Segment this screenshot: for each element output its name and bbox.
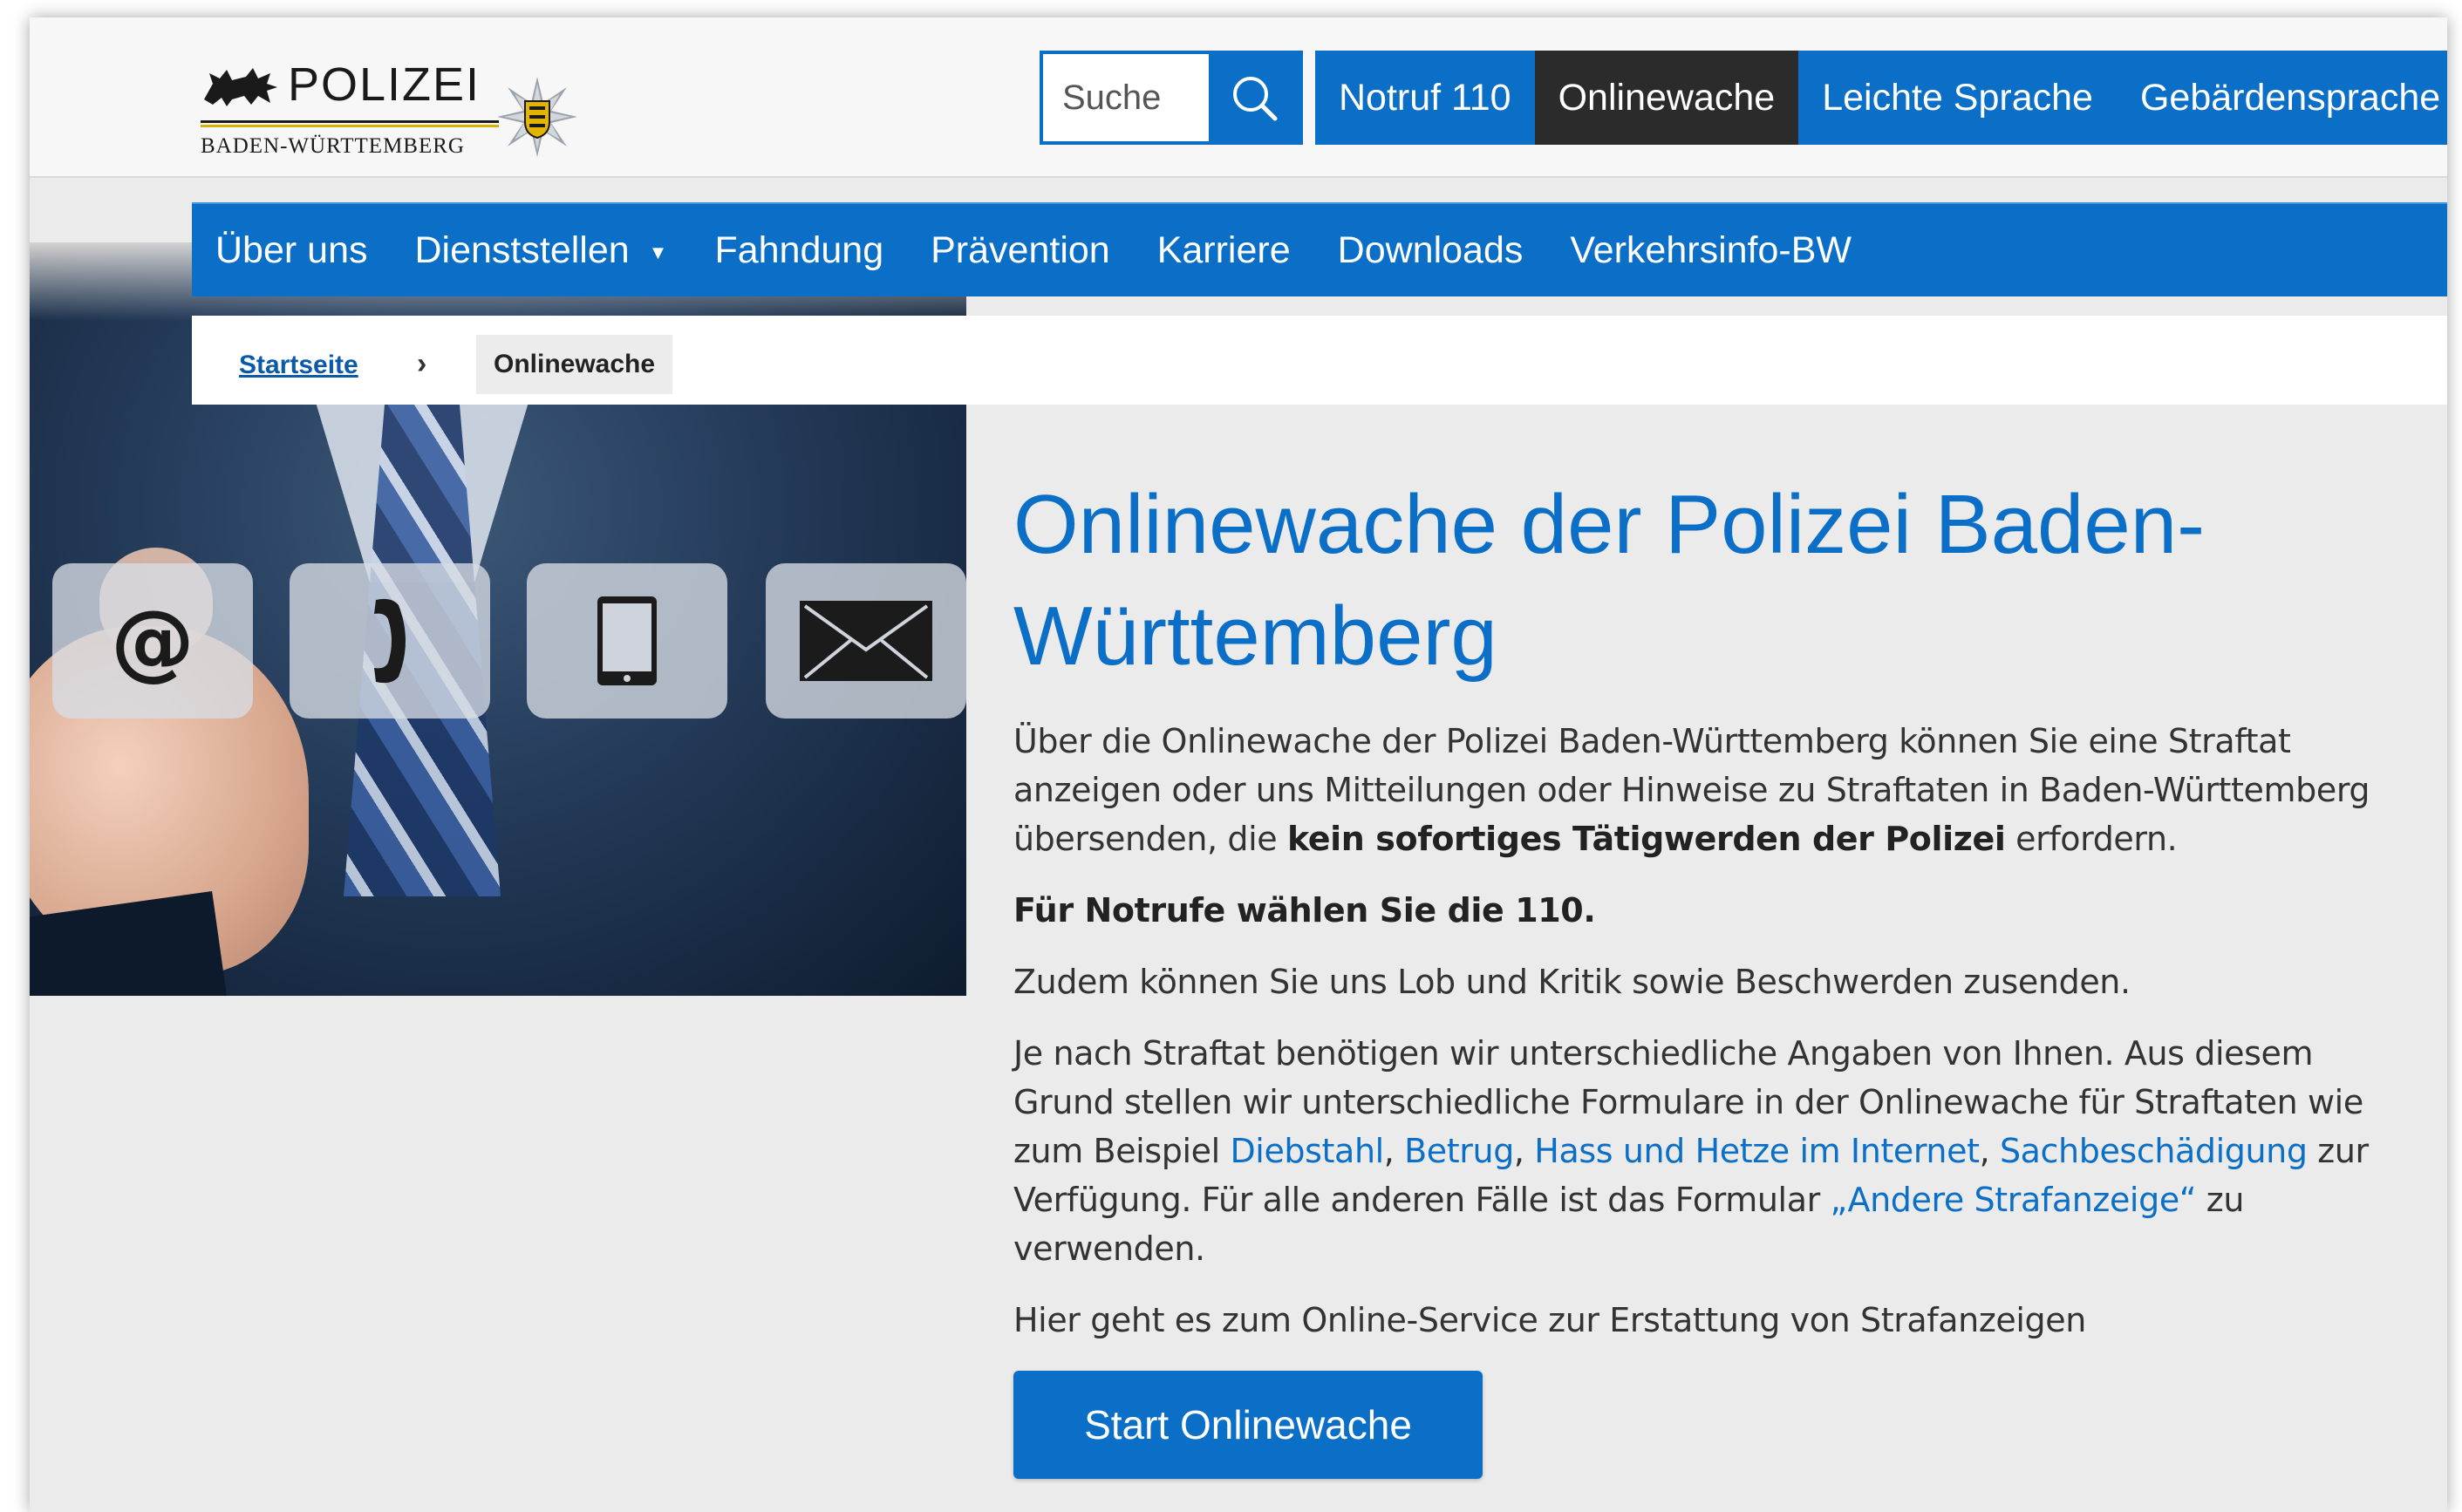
topnav-gebaerdensprache[interactable]: Gebärdensprache <box>2116 51 2447 145</box>
nav-label: Downloads <box>1337 228 1524 271</box>
hero-tile-at: @ <box>52 563 253 719</box>
nav-label: Fahndung <box>714 228 884 271</box>
forms-paragraph: Je nach Straftat benötigen wir unterschi… <box>1013 1029 2374 1273</box>
topnav-leichte-sprache[interactable]: Leichte Sprache <box>1798 51 2117 145</box>
polizei-bw-logo[interactable]: POLIZEI BADEN-WÜRTTEMBERG <box>201 58 584 162</box>
search-button[interactable] <box>1209 54 1299 141</box>
start-onlinewache-button[interactable]: Start Onlinewache <box>1013 1371 1483 1479</box>
emergency-note: Für Notrufe wählen Sie die 110. <box>1013 891 1596 930</box>
page-title: Onlinewache der Polizei Baden-Württember… <box>1013 478 2206 683</box>
hero-tile-tablet <box>527 563 727 719</box>
logo-underline <box>201 120 499 127</box>
breadcrumb-separator: › <box>417 347 427 380</box>
envelope-icon <box>800 601 932 681</box>
link-diebstahl[interactable]: Diebstahl <box>1230 1132 1384 1170</box>
service-paragraph: Hier geht es zum Online-Service zur Erst… <box>1013 1301 2086 1339</box>
nav-ueber-uns[interactable]: Über uns <box>192 229 391 272</box>
at-icon: @ <box>111 592 194 690</box>
lion-icon <box>204 68 277 106</box>
main-content: Onlinewache der Polizei Baden-Württember… <box>1013 471 2374 1479</box>
hero-tile-envelope <box>766 563 966 719</box>
browser-frame: POLIZEI BADEN-WÜRTTEMBERG Notruf 110 Onl… <box>30 17 2447 1512</box>
topnav-notruf-110[interactable]: Notruf 110 <box>1315 51 1535 145</box>
nav-dienststellen[interactable]: Dienststellen ▼ <box>391 229 691 272</box>
intro-text-end: erfordern. <box>2005 820 2178 858</box>
police-star-icon <box>497 77 577 157</box>
nav-fahndung[interactable]: Fahndung <box>691 229 907 272</box>
feedback-paragraph: Zudem können Sie uns Lob und Kritik sowi… <box>1013 963 2131 1001</box>
search-box <box>1040 51 1303 145</box>
nav-label: Verkehrsinfo-BW <box>1570 228 1852 271</box>
search-icon <box>1233 77 1278 121</box>
breadcrumb: Startseite › Onlinewache <box>192 316 2447 405</box>
intro-paragraph: Über die Onlinewache der Polizei Baden-W… <box>1013 717 2374 863</box>
logo-subline: BADEN-WÜRTTEMBERG <box>201 134 465 158</box>
comma: , <box>1513 1132 1535 1170</box>
breadcrumb-current: Onlinewache <box>476 335 673 394</box>
hero-tile-phone <box>290 563 490 719</box>
nav-downloads[interactable]: Downloads <box>1314 229 1547 272</box>
nav-praevention[interactable]: Prävention <box>907 229 1134 272</box>
link-andere-strafanzeige[interactable]: „Andere Strafanzeige“ <box>1831 1181 2197 1219</box>
link-hass-und-hetze[interactable]: Hass und Hetze im Internet <box>1534 1132 1980 1170</box>
nav-verkehrsinfo-bw[interactable]: Verkehrsinfo-BW <box>1546 229 1875 272</box>
main-nav: Über uns Dienststellen ▼ Fahndung Prävent… <box>192 202 2447 296</box>
tablet-icon <box>597 596 657 685</box>
nav-karriere[interactable]: Karriere <box>1134 229 1314 272</box>
comma: , <box>1979 1132 2000 1170</box>
link-sachbeschaedigung[interactable]: Sachbeschädigung <box>2000 1132 2308 1170</box>
phone-icon <box>374 598 406 684</box>
comma: , <box>1383 1132 1405 1170</box>
nav-label: Über uns <box>215 228 368 271</box>
caret-down-icon: ▼ <box>648 242 668 263</box>
search-input[interactable] <box>1043 54 1212 141</box>
service-nav: Notruf 110 Onlinewache Leichte Sprache G… <box>1315 51 2447 145</box>
topnav-onlinewache[interactable]: Onlinewache <box>1534 51 1799 145</box>
intro-emphasis: kein sofortiges Tätigwerden der Polizei <box>1286 820 2006 858</box>
logo-wordmark: POLIZEI <box>288 58 481 111</box>
nav-label: Karriere <box>1156 228 1291 271</box>
link-betrug[interactable]: Betrug <box>1404 1132 1514 1170</box>
site-header: POLIZEI BADEN-WÜRTTEMBERG Notruf 110 Onl… <box>30 17 2447 178</box>
breadcrumb-home-link[interactable]: Startseite <box>239 351 358 380</box>
nav-label: Dienststellen <box>414 228 630 271</box>
nav-label: Prävention <box>931 228 1110 271</box>
